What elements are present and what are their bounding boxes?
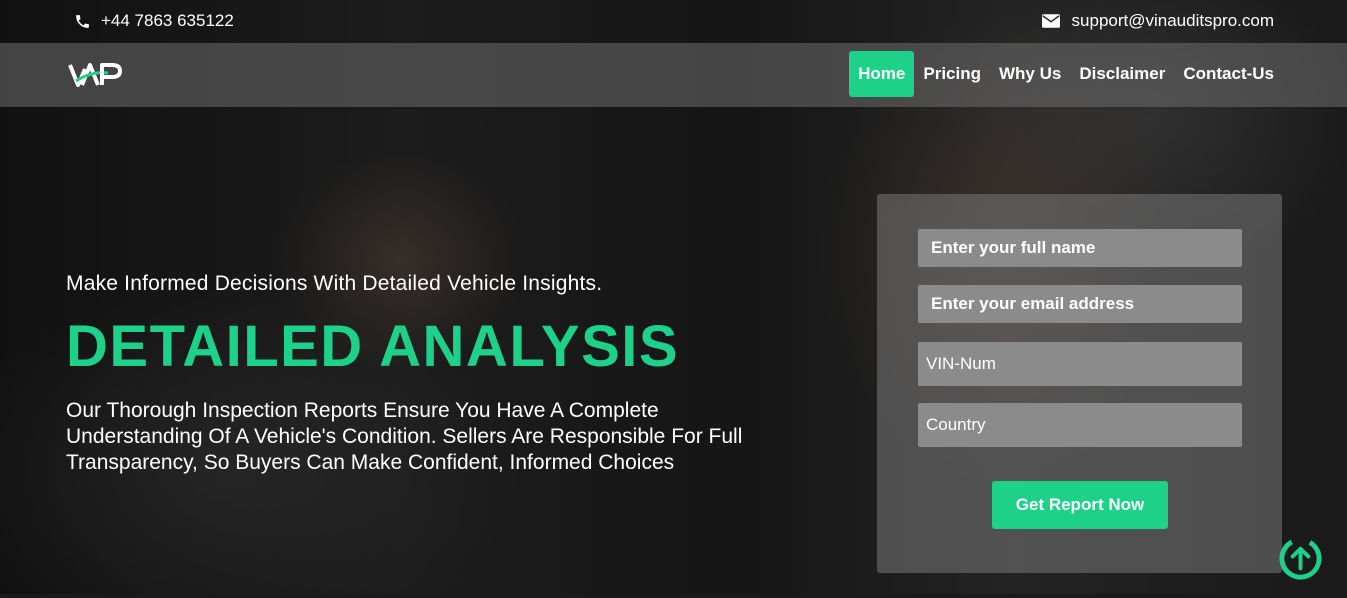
vap-logo[interactable] bbox=[68, 59, 124, 91]
phone-contact[interactable]: +44 7863 635122 bbox=[74, 11, 234, 31]
nav-item-contact-us[interactable]: Contact-Us bbox=[1174, 51, 1283, 97]
hero-tagline: Make Informed Decisions With Detailed Ve… bbox=[66, 272, 603, 295]
vin-input[interactable]: VIN-Num bbox=[918, 342, 1242, 386]
phone-number: +44 7863 635122 bbox=[101, 11, 234, 30]
country-input[interactable]: Country bbox=[918, 403, 1242, 447]
report-form: Enter your full name Enter your email ad… bbox=[877, 194, 1282, 573]
nav-item-pricing[interactable]: Pricing bbox=[914, 51, 990, 97]
email-contact[interactable]: support@vinauditspro.com bbox=[1041, 11, 1274, 31]
phone-icon bbox=[76, 14, 89, 28]
top-contact-bar: +44 7863 635122 support@vinauditspro.com bbox=[0, 0, 1347, 43]
arrow-up-circle-icon[interactable] bbox=[1277, 535, 1324, 582]
main-navbar: Home Pricing Why Us Disclaimer Contact-U… bbox=[0, 43, 1347, 107]
full-name-input[interactable]: Enter your full name bbox=[918, 229, 1242, 267]
get-report-button[interactable]: Get Report Now bbox=[992, 481, 1168, 529]
hero-description: Our Thorough Inspection Reports Ensure Y… bbox=[66, 399, 743, 474]
nav-item-why-us[interactable]: Why Us bbox=[990, 51, 1070, 97]
hero-headline: DETAILED ANALYSIS bbox=[66, 314, 680, 379]
nav-item-disclaimer[interactable]: Disclaimer bbox=[1070, 51, 1174, 97]
mail-icon bbox=[1041, 14, 1060, 28]
email-address: support@vinauditspro.com bbox=[1071, 11, 1274, 30]
bottom-strip bbox=[0, 594, 1347, 598]
email-input[interactable]: Enter your email address bbox=[918, 285, 1242, 323]
nav-menu: Home Pricing Why Us Disclaimer Contact-U… bbox=[849, 51, 1283, 97]
nav-item-home[interactable]: Home bbox=[849, 51, 915, 97]
